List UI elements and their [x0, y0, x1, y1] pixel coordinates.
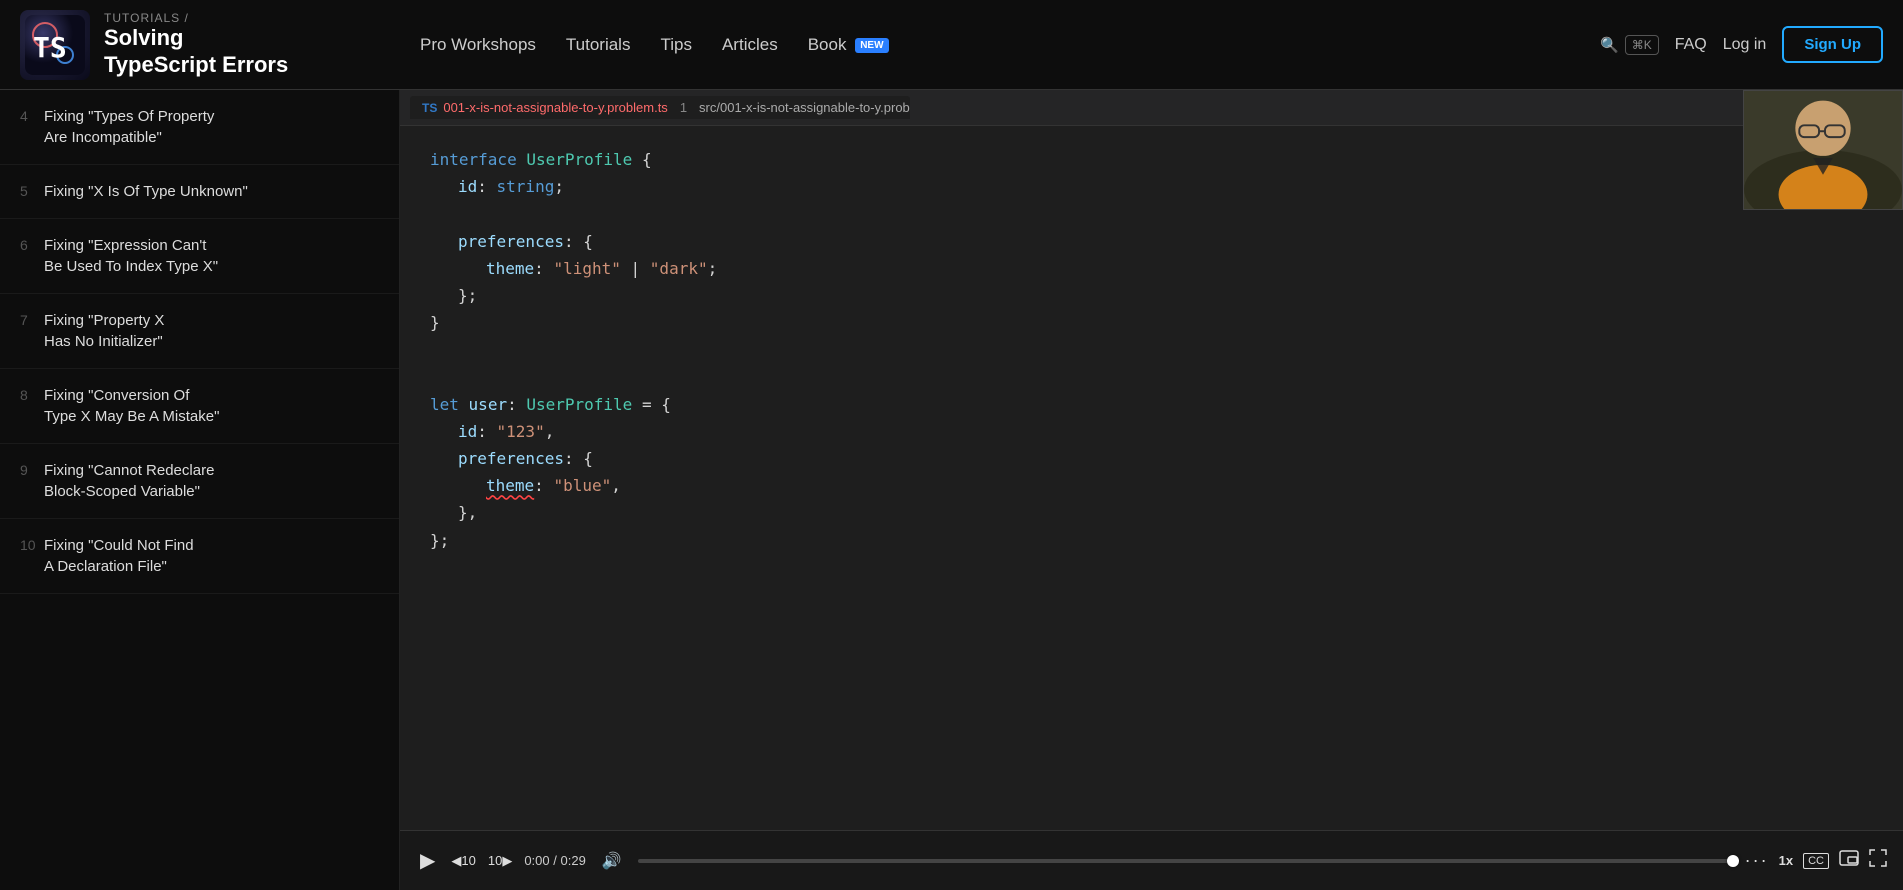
sidebar-label-6: Fixing "Expression Can'tBe Used To Index… [44, 235, 218, 277]
skip-back-button[interactable]: ◀10 [451, 853, 475, 869]
code-line-5: }; [430, 282, 1873, 309]
sidebar-label-4: Fixing "Types Of PropertyAre Incompatibl… [44, 106, 214, 148]
code-line-1: interface UserProfile { [430, 146, 1873, 173]
logo-area: TS TUTORIALS / Solving TypeScript Errors [0, 10, 400, 80]
signup-button[interactable]: Sign Up [1782, 26, 1883, 63]
nav-tutorials[interactable]: Tutorials [566, 35, 631, 55]
sidebar-num-8: 8 [20, 385, 44, 403]
presenter-cam [1743, 90, 1903, 210]
logo-text: TUTORIALS / Solving TypeScript Errors [104, 11, 288, 78]
tab-path: src/001-x-is-not-assignable-to-y.problem… [699, 100, 910, 115]
ts-badge: TS [422, 101, 437, 115]
main-area: 4 Fixing "Types Of PropertyAre Incompati… [0, 90, 1903, 890]
sidebar-label-8: Fixing "Conversion OfType X May Be A Mis… [44, 385, 219, 427]
captions-button[interactable]: CC [1803, 853, 1829, 869]
tab-num: 1 [680, 100, 687, 115]
editor-tab-bar: TS 001-x-is-not-assignable-to-y.problem.… [400, 90, 1903, 126]
site-title: Solving TypeScript Errors [104, 25, 288, 78]
code-content: interface UserProfile { id: string; pref… [400, 126, 1903, 574]
nav-tips[interactable]: Tips [660, 35, 692, 55]
nav-articles[interactable]: Articles [722, 35, 778, 55]
pip-icon [1839, 850, 1859, 866]
skip-forward-button[interactable]: 10▶ [488, 853, 512, 869]
sidebar-num-5: 5 [20, 181, 44, 199]
controls-right: ··· 1x CC [1745, 849, 1887, 872]
volume-button[interactable]: 🔊 [598, 847, 626, 875]
search-shortcut: ⌘K [1625, 35, 1659, 55]
sidebar: 4 Fixing "Types Of PropertyAre Incompati… [0, 90, 400, 890]
code-editor: interface UserProfile { id: string; pref… [400, 126, 1903, 830]
nav-links: Pro Workshops Tutorials Tips Articles Bo… [400, 35, 1600, 55]
code-line-blank3 [430, 364, 1873, 391]
sidebar-item-6[interactable]: 6 Fixing "Expression Can'tBe Used To Ind… [0, 219, 399, 294]
editor-tab-active[interactable]: TS 001-x-is-not-assignable-to-y.problem.… [410, 96, 910, 119]
sidebar-item-7[interactable]: 7 Fixing "Property XHas No Initializer" [0, 294, 399, 369]
nav-pro-workshops[interactable]: Pro Workshops [420, 35, 536, 55]
faq-link[interactable]: FAQ [1675, 36, 1707, 54]
breadcrumb: TUTORIALS / [104, 11, 288, 25]
code-line-6: } [430, 309, 1873, 336]
sidebar-num-7: 7 [20, 310, 44, 328]
sidebar-num-6: 6 [20, 235, 44, 253]
progress-bar[interactable] [638, 859, 1733, 863]
progress-thumb[interactable] [1727, 855, 1739, 867]
code-line-2: id: string; [430, 173, 1873, 200]
search-button[interactable]: 🔍 ⌘K [1600, 35, 1659, 55]
code-line-12: }; [430, 527, 1873, 554]
cam-video [1744, 91, 1902, 209]
code-line-10: theme: "blue", [430, 472, 1873, 499]
sidebar-label-7: Fixing "Property XHas No Initializer" [44, 310, 164, 352]
new-badge: NEW [855, 38, 888, 53]
nav-right: 🔍 ⌘K FAQ Log in Sign Up [1600, 26, 1903, 63]
speed-button[interactable]: 1x [1779, 853, 1793, 868]
presenter-silhouette [1744, 90, 1902, 210]
code-line-8: id: "123", [430, 418, 1873, 445]
top-nav: TS TUTORIALS / Solving TypeScript Errors… [0, 0, 1903, 90]
pip-button[interactable] [1839, 850, 1859, 871]
video-controls: ▶ ◀10 10▶ 0:00 / 0:29 🔊 ··· 1x CC [400, 830, 1903, 890]
search-icon: 🔍 [1600, 36, 1619, 54]
time-display: 0:00 / 0:29 [524, 853, 585, 868]
code-line-9: preferences: { [430, 445, 1873, 472]
sidebar-label-9: Fixing "Cannot RedeclareBlock-Scoped Var… [44, 460, 214, 502]
nav-book[interactable]: Book NEW [808, 35, 889, 55]
login-link[interactable]: Log in [1723, 36, 1767, 54]
sidebar-item-10[interactable]: 10 Fixing "Could Not FindA Declaration F… [0, 519, 399, 594]
code-line-7: let user: UserProfile = { [430, 391, 1873, 418]
more-options-button[interactable]: ··· [1745, 850, 1769, 871]
sidebar-item-9[interactable]: 9 Fixing "Cannot RedeclareBlock-Scoped V… [0, 444, 399, 519]
play-button[interactable]: ▶ [416, 844, 439, 877]
svg-text:TS: TS [33, 31, 67, 64]
sidebar-item-4[interactable]: 4 Fixing "Types Of PropertyAre Incompati… [0, 90, 399, 165]
code-line-4: theme: "light" | "dark"; [430, 255, 1873, 282]
fullscreen-icon [1869, 849, 1887, 867]
sidebar-num-9: 9 [20, 460, 44, 478]
sidebar-item-5[interactable]: 5 Fixing "X Is Of Type Unknown" [0, 165, 399, 219]
video-area: TS 001-x-is-not-assignable-to-y.problem.… [400, 90, 1903, 890]
sidebar-num-10: 10 [20, 535, 44, 553]
tab-filename: 001-x-is-not-assignable-to-y.problem.ts [443, 100, 667, 115]
code-line-blank2 [430, 336, 1873, 363]
sidebar-num-4: 4 [20, 106, 44, 124]
code-line-blank1 [430, 200, 1873, 227]
sidebar-label-5: Fixing "X Is Of Type Unknown" [44, 181, 248, 202]
site-logo[interactable]: TS [20, 10, 90, 80]
code-line-3: preferences: { [430, 228, 1873, 255]
fullscreen-button[interactable] [1869, 849, 1887, 872]
sidebar-label-10: Fixing "Could Not FindA Declaration File… [44, 535, 194, 577]
sidebar-item-8[interactable]: 8 Fixing "Conversion OfType X May Be A M… [0, 369, 399, 444]
code-line-11: }, [430, 499, 1873, 526]
